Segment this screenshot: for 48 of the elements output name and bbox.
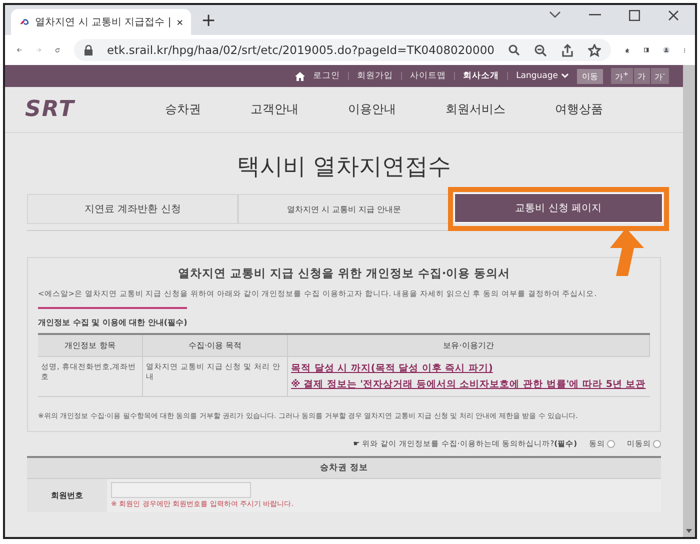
utility-link[interactable]: 사이트맵 [410, 70, 446, 82]
retention-link[interactable]: ※ 결제 정보는 '전자상거래 등에서의 소비자보호에 관한 법률'에 따라 5년 보관 [291, 378, 647, 391]
star-icon[interactable] [588, 44, 602, 56]
tab-title: 열차지연 시 교통비 지급접수 | [35, 16, 172, 29]
consent-title: 열차지연 교통비 지급 신청을 위한 개인정보 수집·이용 동의서 [176, 266, 512, 281]
tab[interactable]: 지연료 계좌반환 신청 [27, 194, 238, 224]
column-header: 수집·이용 목적 [143, 335, 288, 357]
maximize-icon[interactable] [629, 10, 640, 20]
nav-link[interactable]: 회원서비스 [446, 101, 506, 118]
font-size-button[interactable]: 가$^{-}$ [650, 68, 669, 84]
column-header: 보유·이용기간 [288, 335, 650, 357]
section-header: 승차권 정보 [27, 458, 661, 478]
url-text: etk.srail.kr/hpg/haa/02/srt/etc/2019005.do?pageId=TK0408020000 [106, 43, 494, 57]
font-size-button[interactable]: 가$^{+}$ [611, 68, 633, 84]
nav-link[interactable]: 고객안내 [250, 101, 298, 118]
radio-button[interactable] [653, 440, 661, 448]
chevron-down-icon[interactable] [549, 11, 561, 19]
retention-link[interactable]: 목적 달성 시 까지(목적 달성 이후 즉시 파기) [291, 362, 647, 375]
caret-icon [561, 73, 570, 79]
search-icon[interactable] [508, 44, 520, 56]
nav-link[interactable]: 여행상품 [555, 101, 603, 118]
new-tab-button[interactable]: + [201, 10, 216, 31]
nav-link[interactable]: 이용안내 [348, 101, 396, 118]
share-icon[interactable] [561, 44, 574, 56]
minimize-icon[interactable] [589, 14, 601, 16]
input-field[interactable] [111, 482, 251, 498]
utility-link[interactable]: 로그인 [313, 70, 340, 82]
field-label: 회원번호 [27, 479, 107, 512]
scrollbar[interactable] [683, 65, 695, 537]
radio-button[interactable] [607, 440, 615, 448]
zoom-out-icon[interactable] [534, 44, 548, 56]
utility-link[interactable]: 회사소개 [463, 70, 500, 82]
lock-icon [84, 44, 93, 56]
home-icon[interactable] [295, 72, 306, 80]
language-dropdown[interactable]: Language [516, 71, 570, 81]
address-field[interactable]: etk.srail.kr/hpg/haa/02/srt/etc/2019005.do?pageId=TK0408020000 [74, 39, 612, 61]
page-title: 택시비 열차지연접수 [236, 153, 452, 182]
tab[interactable]: 교통비 신청 페이지 [454, 193, 663, 223]
column-header: 개인정보 항목 [38, 335, 143, 357]
nav-link[interactable]: 승차권 [165, 101, 201, 118]
utility-link[interactable]: 회원가입 [357, 70, 394, 82]
font-size-button[interactable]: 가 [634, 68, 650, 84]
tab[interactable]: 열차지연 시 교통비 지급 안내문 [238, 194, 450, 224]
close-icon[interactable] [177, 18, 183, 26]
logo[interactable]: SRT [25, 97, 145, 122]
browser-tab[interactable]: 열차지연 시 교통비 지급접수 | [11, 9, 191, 35]
close-icon[interactable] [668, 10, 679, 20]
section-heading: 개인정보 수집 및 이용에 대한 안내(필수) [38, 307, 188, 328]
